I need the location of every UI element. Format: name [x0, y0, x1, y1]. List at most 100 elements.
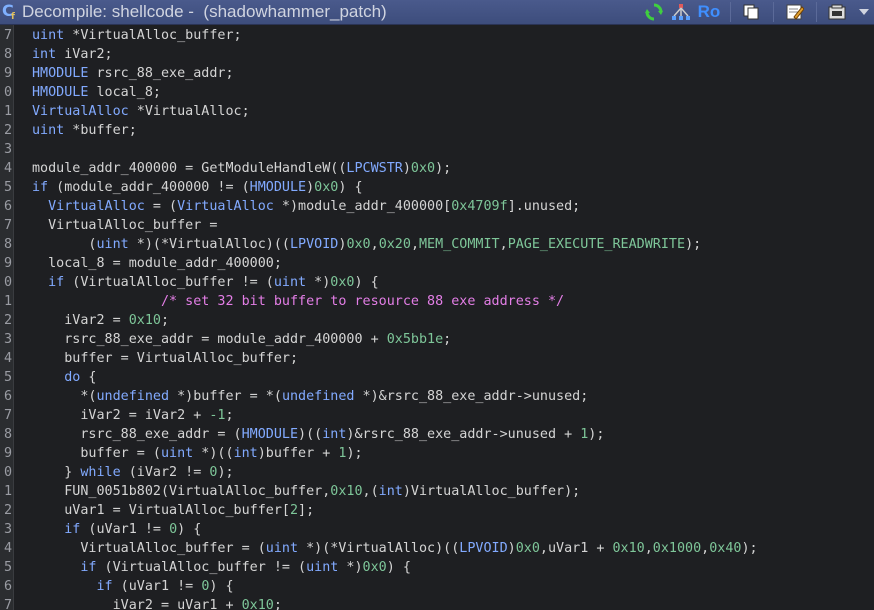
code-line[interactable]: 1 VirtualAlloc *VirtualAlloc; — [0, 102, 874, 121]
code-text[interactable]: if (module_addr_400000 != (HMODULE)0x0) … — [32, 178, 363, 197]
code-token[interactable]: undefined — [282, 389, 355, 404]
code-text[interactable]: int iVar2; — [32, 45, 113, 64]
code-token[interactable]: 2 — [290, 503, 298, 518]
code-text[interactable]: uint *buffer; — [32, 121, 137, 140]
code-line[interactable]: 6 VirtualAlloc = (VirtualAlloc *)module_… — [0, 197, 874, 216]
code-token[interactable]: int — [379, 484, 403, 499]
code-token[interactable]: undefined — [97, 389, 170, 404]
code-line[interactable]: 0 } while (iVar2 != 0); — [0, 463, 874, 482]
code-line[interactable]: 8 (uint *)(*VirtualAlloc)((LPVOID)0x0,0x… — [0, 235, 874, 254]
read-only-toggle[interactable]: Ro — [696, 1, 722, 23]
code-line[interactable]: 8 rsrc_88_exe_addr = (HMODULE)((int)&rsr… — [0, 425, 874, 444]
code-text[interactable]: VirtualAlloc = (VirtualAlloc *)module_ad… — [32, 197, 580, 216]
code-line[interactable]: 2 uVar1 = VirtualAlloc_buffer[2]; — [0, 501, 874, 520]
code-token[interactable]: int — [32, 47, 56, 62]
code-token[interactable]: LPCWSTR — [346, 161, 402, 176]
code-token[interactable]: 0 — [169, 522, 177, 537]
code-text[interactable]: uint *VirtualAlloc_buffer; — [32, 26, 242, 45]
code-token[interactable]: uint — [266, 541, 298, 556]
code-token[interactable]: uint — [161, 446, 193, 461]
code-token[interactable]: 0x20 — [379, 237, 411, 252]
code-line[interactable]: 5 if (module_addr_400000 != (HMODULE)0x0)… — [0, 178, 874, 197]
code-text[interactable]: if (VirtualAlloc_buffer != (uint *)0x0) … — [32, 558, 411, 577]
code-line[interactable]: 6 *(undefined *)buffer = *(undefined *)&… — [0, 387, 874, 406]
code-line[interactable]: 1 FUN_0051b802(VirtualAlloc_buffer,0x10,… — [0, 482, 874, 501]
code-token[interactable]: PAGE_EXECUTE_READWRITE — [508, 237, 685, 252]
code-token[interactable]: 0x40 — [709, 541, 741, 556]
code-token[interactable]: 0x10 — [330, 484, 362, 499]
code-line[interactable]: 3 — [0, 140, 874, 159]
code-token[interactable]: VirtualAlloc — [32, 104, 129, 119]
code-line[interactable]: 4 module_addr_400000 = GetModuleHandleW((… — [0, 159, 874, 178]
code-text[interactable]: buffer = VirtualAlloc_buffer; — [32, 349, 298, 368]
refresh-icon[interactable] — [644, 1, 664, 23]
code-line[interactable]: 5 if (VirtualAlloc_buffer != (uint *)0x0… — [0, 558, 874, 577]
code-line[interactable]: 1 /* set 32 bit buffer to resource 88 ex… — [0, 292, 874, 311]
code-text[interactable]: HMODULE local_8; — [32, 83, 161, 102]
code-line[interactable]: 4 VirtualAlloc_buffer = (uint *)(*Virtua… — [0, 539, 874, 558]
code-text[interactable]: VirtualAlloc *VirtualAlloc; — [32, 102, 250, 121]
code-token[interactable]: if — [48, 275, 64, 290]
code-token[interactable]: uint — [306, 560, 338, 575]
code-token[interactable]: 0x10 — [242, 598, 274, 610]
code-token[interactable]: uint — [97, 237, 129, 252]
code-line[interactable]: 0 HMODULE local_8; — [0, 83, 874, 102]
code-line[interactable]: 9 HMODULE rsrc_88_exe_addr; — [0, 64, 874, 83]
code-text[interactable]: module_addr_400000 = GetModuleHandleW((L… — [32, 159, 451, 178]
code-text[interactable]: FUN_0051b802(VirtualAlloc_buffer,0x10,(i… — [32, 482, 580, 501]
code-text[interactable]: rsrc_88_exe_addr = module_addr_400000 + … — [32, 330, 451, 349]
code-token[interactable]: uint — [32, 123, 64, 138]
code-line[interactable]: 7 iVar2 = uVar1 + 0x10; — [0, 596, 874, 610]
code-token[interactable]: 0x1000 — [653, 541, 701, 556]
code-line[interactable]: 7 iVar2 = iVar2 + -1; — [0, 406, 874, 425]
code-line[interactable]: 6 if (uVar1 != 0) { — [0, 577, 874, 596]
code-line[interactable]: 9 local_8 = module_addr_400000; — [0, 254, 874, 273]
code-token[interactable]: LPVOID — [459, 541, 507, 556]
code-token[interactable]: do — [64, 370, 80, 385]
code-text[interactable]: if (uVar1 != 0) { — [32, 577, 234, 596]
code-token[interactable]: 0x0 — [330, 275, 354, 290]
code-token[interactable]: HMODULE — [250, 180, 306, 195]
code-token[interactable]: if — [32, 180, 48, 195]
code-token[interactable]: 0x4709f — [451, 199, 507, 214]
code-line[interactable]: 8 int iVar2; — [0, 45, 874, 64]
code-line[interactable]: 5 do { — [0, 368, 874, 387]
code-text[interactable]: } while (iVar2 != 0); — [32, 463, 233, 482]
code-line[interactable]: 2 iVar2 = 0x10; — [0, 311, 874, 330]
code-text[interactable]: local_8 = module_addr_400000; — [32, 254, 282, 273]
code-token[interactable]: if — [64, 522, 80, 537]
code-token[interactable]: MEM_COMMIT — [419, 237, 500, 252]
code-text[interactable]: uVar1 = VirtualAlloc_buffer[2]; — [32, 501, 314, 520]
code-text[interactable]: (uint *)(*VirtualAlloc)((LPVOID)0x0,0x20… — [32, 235, 701, 254]
code-text[interactable]: *(undefined *)buffer = *(undefined *)&rs… — [32, 387, 588, 406]
code-token[interactable]: VirtualAlloc — [177, 199, 274, 214]
code-token[interactable]: 0x0 — [314, 180, 338, 195]
code-token[interactable]: uint — [32, 28, 64, 43]
code-text[interactable]: buffer = (uint *)((int)buffer + 1); — [32, 444, 362, 463]
code-text[interactable]: do { — [32, 368, 96, 387]
code-text[interactable]: if (VirtualAlloc_buffer != (uint *)0x0) … — [32, 273, 379, 292]
code-token[interactable]: if — [97, 579, 113, 594]
code-text[interactable]: VirtualAlloc_buffer = (uint *)(*VirtualA… — [32, 539, 757, 558]
code-text[interactable]: rsrc_88_exe_addr = (HMODULE)((int)&rsrc_… — [32, 425, 604, 444]
code-token[interactable]: while — [80, 465, 120, 480]
code-line[interactable]: 2 uint *buffer; — [0, 121, 874, 140]
code-line[interactable]: 0 if (VirtualAlloc_buffer != (uint *)0x0… — [0, 273, 874, 292]
code-text[interactable]: iVar2 = iVar2 + -1; — [32, 406, 233, 425]
code-token[interactable]: VirtualAlloc — [48, 199, 145, 214]
code-token[interactable]: 0x5bb1e — [387, 332, 443, 347]
code-text[interactable]: iVar2 = 0x10; — [32, 311, 169, 330]
code-line[interactable]: 3 if (uVar1 != 0) { — [0, 520, 874, 539]
code-token[interactable]: LPVOID — [290, 237, 338, 252]
code-line[interactable]: 4 buffer = VirtualAlloc_buffer; — [0, 349, 874, 368]
menu-dropdown-icon[interactable] — [856, 1, 872, 23]
code-token[interactable]: 0x10 — [129, 313, 161, 328]
code-line[interactable]: 9 buffer = (uint *)((int)buffer + 1); — [0, 444, 874, 463]
code-token[interactable]: 0x10 — [612, 541, 644, 556]
snapshot-icon[interactable] — [826, 1, 848, 23]
code-token[interactable]: -1 — [209, 408, 225, 423]
code-text[interactable]: /* set 32 bit buffer to resource 88 exe … — [32, 292, 564, 311]
decompiled-code-view[interactable]: 7 uint *VirtualAlloc_buffer; 8 int iVar2; 9 H… — [0, 25, 874, 610]
code-token[interactable]: 0x0 — [516, 541, 540, 556]
code-text[interactable]: HMODULE rsrc_88_exe_addr; — [32, 64, 234, 83]
